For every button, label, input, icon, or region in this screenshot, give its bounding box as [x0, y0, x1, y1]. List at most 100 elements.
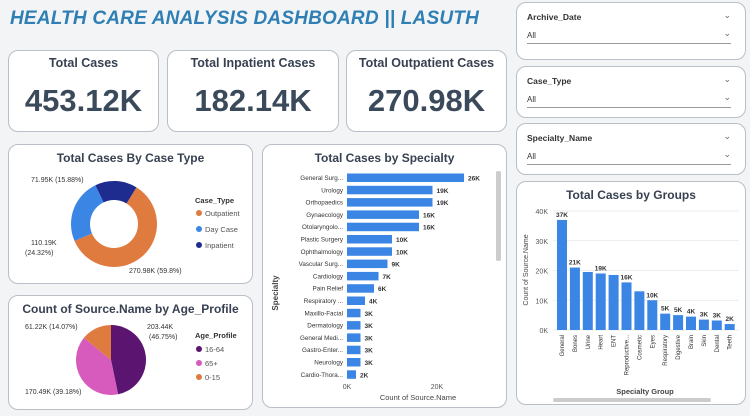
pie-slice-16-64: [111, 325, 146, 395]
chevron-down-icon[interactable]: ⌄: [723, 10, 731, 21]
chevron-down-icon[interactable]: ⌄: [723, 92, 731, 103]
data-label: 19K: [437, 200, 449, 207]
data-label: 3K: [713, 312, 722, 319]
chevron-down-icon[interactable]: ⌄: [723, 131, 731, 142]
kpi-card-total-inpatient: Total Inpatient Cases 182.14K: [167, 50, 339, 132]
bar: [347, 210, 419, 219]
legend-marker-inpatient: [196, 242, 202, 248]
category-label: General: [560, 335, 566, 356]
data-label: 16K: [423, 212, 435, 219]
data-label: 16K: [423, 225, 435, 232]
chevron-down-icon[interactable]: ⌄: [723, 74, 731, 85]
slicer-value[interactable]: All: [527, 152, 536, 161]
category-label: Respiratory: [663, 335, 669, 366]
dashboard-title: HEALTH CARE ANALYSIS DASHBOARD || LASUTH: [10, 8, 480, 29]
axis-title-x: Count of Source.Name: [380, 393, 456, 402]
category-label: Neurology: [314, 360, 344, 367]
data-label: 3K: [365, 335, 374, 342]
kpi-card-total-cases: Total Cases 453.12K: [8, 50, 159, 132]
slicer-label: Archive_Date: [527, 12, 582, 22]
age-profile-pie-chart: 61.22K (14.07%) 170.49K (39.18%) 203.44K…: [25, 324, 237, 396]
category-label: Gynaecology: [306, 212, 344, 219]
category-label: Dental: [715, 335, 721, 352]
category-label: Cardio-Thora...: [301, 372, 344, 379]
data-label: 3K: [365, 323, 374, 330]
specialty-chart-card: Total Cases by Specialty General Surg...…: [262, 144, 507, 408]
legend-marker-65-plus: [196, 360, 202, 366]
legend-marker-0-15: [196, 374, 202, 380]
data-label: 3K: [700, 312, 709, 319]
bar: [347, 345, 361, 355]
axis-title-y: Specialty: [271, 275, 280, 311]
slice-label: 61.22K (14.07%): [25, 324, 78, 331]
bar: [582, 271, 593, 330]
bar: [347, 247, 392, 256]
data-label: 3K: [365, 348, 374, 355]
bar: [347, 173, 464, 182]
slicer-specialty-name[interactable]: Specialty_Name ⌄ All ⌄: [516, 123, 746, 175]
chevron-down-icon[interactable]: ⌄: [723, 149, 731, 160]
data-label: 2K: [360, 372, 369, 379]
scrollbar: [496, 171, 501, 261]
tick-label: 20K: [536, 269, 549, 276]
data-label: 16K: [621, 274, 633, 281]
legend-marker-outpatient: [196, 210, 202, 216]
groups-bar-chart: 0K 10K 20K 30K 40K 37K General 21K Bones Urine 19K…: [523, 209, 739, 402]
axis-title-x: Specialty Group: [616, 387, 674, 396]
category-label: Pain Relief: [313, 286, 344, 293]
chevron-down-icon[interactable]: ⌄: [723, 28, 731, 39]
slice-label: 170.49K (39.18%): [25, 389, 81, 396]
legend-item: 0-15: [205, 373, 220, 382]
bar: [347, 259, 388, 269]
data-label: 4K: [687, 309, 696, 316]
bar: [347, 222, 419, 232]
data-label: 10K: [646, 292, 658, 299]
bar: [347, 321, 361, 330]
bar: [673, 315, 684, 330]
slicer-case-type[interactable]: Case_Type ⌄ All ⌄: [516, 66, 746, 118]
data-label: 3K: [365, 311, 374, 318]
bar: [647, 300, 658, 330]
legend-item: Outpatient: [205, 209, 241, 218]
category-label: Gastro-Enter...: [302, 347, 343, 354]
data-label: 37K: [556, 212, 568, 219]
bar: [347, 296, 365, 305]
data-label: 3K: [365, 360, 374, 367]
bar: [711, 320, 722, 330]
kpi-label: Total Outpatient Cases: [358, 56, 495, 70]
data-label: 19K: [595, 265, 607, 272]
category-label: Reproductive...: [625, 335, 631, 376]
slicer-value[interactable]: All: [527, 31, 536, 40]
slicer-value[interactable]: All: [527, 95, 536, 104]
data-label: 6K: [378, 286, 387, 293]
bar: [634, 291, 645, 330]
bar: [347, 235, 392, 244]
tick-label: 10K: [536, 298, 549, 305]
tick-label: 20K: [431, 384, 444, 391]
tick-label: 0K: [539, 328, 548, 335]
case-type-donut-chart: 71.95K (15.88%) 110.19K (24.32%) 270.98K…: [25, 177, 241, 275]
category-label: Respiratory ...: [304, 298, 343, 305]
tick-label: 30K: [536, 239, 549, 246]
category-label: Teeth: [728, 335, 734, 350]
bar: [608, 274, 619, 330]
slice-label-pct: (24.32%): [25, 250, 53, 257]
bar: [347, 271, 379, 281]
donut-slice-day-case: [71, 185, 104, 241]
category-label: Skin: [702, 335, 708, 347]
slicer-archive-date[interactable]: Archive_Date ⌄ All ⌄: [516, 2, 746, 60]
tick-label: 0K: [343, 384, 352, 391]
category-label: Vascular Surg...: [299, 261, 344, 268]
legend-marker-16-64: [196, 346, 202, 352]
category-label: ENT: [612, 335, 618, 347]
category-label: Maxillo-Facial: [305, 310, 344, 317]
data-label: 26K: [468, 176, 480, 183]
kpi-value: 453.12K: [24, 83, 143, 118]
data-label: 5K: [674, 307, 683, 314]
slice-label: 71.95K (15.88%): [31, 177, 84, 184]
bar: [557, 219, 567, 330]
kpi-value: 182.14K: [194, 83, 312, 118]
kpi-card-total-outpatient: Total Outpatient Cases 270.98K: [346, 50, 507, 132]
category-label: Urology: [321, 187, 344, 194]
bar: [347, 333, 361, 342]
